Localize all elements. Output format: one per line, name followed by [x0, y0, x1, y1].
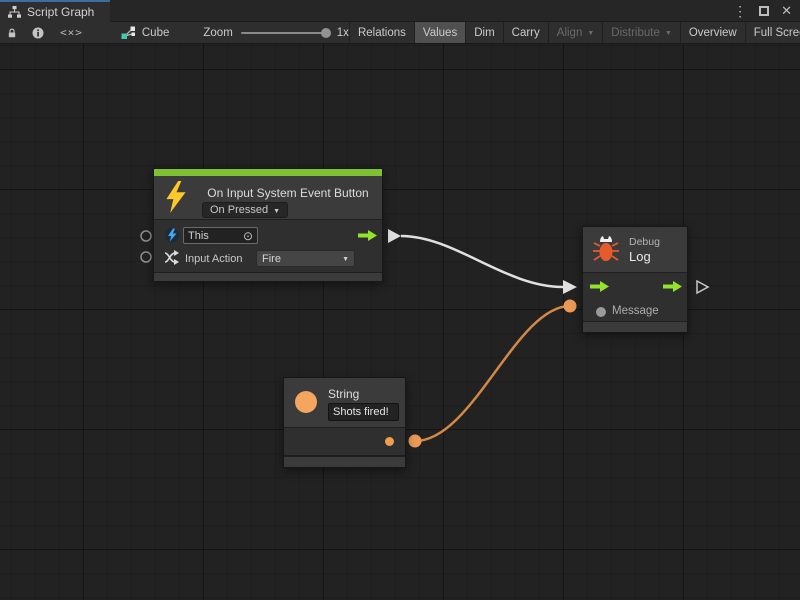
debug-node-title: Log: [629, 249, 651, 264]
zoom-value: 1x: [337, 27, 349, 39]
values-toggle[interactable]: Values: [415, 22, 465, 43]
tab-script-graph[interactable]: Script Graph: [0, 0, 110, 22]
zoom-slider-knob[interactable]: [321, 28, 331, 38]
game-object-icon: [164, 227, 180, 243]
debug-output-port-triangle[interactable]: [697, 281, 708, 293]
input-action-icon: [164, 250, 180, 265]
lock-button[interactable]: [0, 22, 24, 43]
carry-toggle[interactable]: Carry: [504, 22, 548, 43]
align-label: Align: [557, 27, 583, 39]
window-menu-icon[interactable]: ⋮: [733, 0, 747, 22]
debug-node-footer: [583, 321, 687, 332]
flow-wire-start-arrow[interactable]: [388, 229, 401, 243]
string-value-text: Shots fired!: [333, 406, 389, 418]
trigger-value: On Pressed: [210, 204, 268, 216]
message-port-label: Message: [612, 305, 659, 317]
lightning-icon: [165, 181, 187, 213]
window-controls: ⋮ ✕: [733, 0, 792, 22]
this-field-value: This: [188, 230, 209, 242]
bug-icon: [592, 233, 620, 265]
code-brackets-icon: <×>: [60, 26, 83, 39]
chevron-down-icon: ▼: [342, 256, 349, 263]
string-value-field[interactable]: Shots fired!: [328, 403, 399, 421]
graph-owner[interactable]: Cube: [113, 22, 178, 43]
zoom-slider[interactable]: [241, 32, 329, 34]
flow-wire[interactable]: [401, 236, 563, 287]
trigger-dropdown[interactable]: On Pressed ▼: [202, 202, 288, 218]
input-action-value: Fire: [262, 253, 281, 265]
flow-wire-end-arrow[interactable]: [563, 280, 577, 294]
event-input-port-circle[interactable]: [141, 252, 151, 262]
debug-output-flow-arrow[interactable]: [663, 281, 682, 292]
distribute-label: Distribute: [611, 27, 660, 39]
event-node-title: On Input System Event Button: [198, 186, 378, 200]
string-output-port[interactable]: [385, 437, 394, 446]
close-icon[interactable]: ✕: [781, 0, 792, 22]
relations-label: Relations: [358, 27, 406, 39]
debug-input-flow-arrow[interactable]: [590, 281, 609, 292]
event-node-body: This ⊙ Input Action Fire ▼: [154, 219, 382, 274]
code-view-button[interactable]: <×>: [52, 22, 91, 43]
values-label: Values: [423, 27, 457, 39]
fullscreen-label: Full Screen: [754, 27, 800, 39]
toolbar-toggles: Relations Values Dim Carry Align ▼ Distr…: [349, 22, 800, 43]
chevron-down-icon: ▼: [273, 208, 280, 215]
event-node-footer: [154, 272, 382, 281]
overview-label: Overview: [689, 27, 737, 39]
event-node-header: On Input System Event Button On Pressed …: [154, 176, 382, 219]
maximize-icon[interactable]: [759, 6, 769, 16]
fullscreen-button[interactable]: Full Screen: [746, 22, 800, 43]
title-bar: Script Graph ⋮ ✕: [0, 0, 800, 22]
lock-icon: [8, 27, 16, 39]
debug-node-category: Debug: [629, 236, 660, 248]
overview-button[interactable]: Overview: [681, 22, 745, 43]
carry-label: Carry: [512, 27, 540, 39]
align-dropdown[interactable]: Align ▼: [549, 22, 603, 43]
input-action-label: Input Action: [185, 253, 243, 265]
tab-title: Script Graph: [27, 5, 94, 19]
event-node-accent-bar: [154, 169, 382, 176]
debug-node-header: Debug Log: [583, 227, 687, 272]
zoom-label: Zoom: [203, 27, 232, 39]
value-wire-end-dot[interactable]: [564, 300, 577, 313]
string-node-header: String Shots fired!: [284, 378, 405, 427]
message-input-port[interactable]: [596, 307, 606, 317]
dim-toggle[interactable]: Dim: [466, 22, 502, 43]
graph-owner-label: Cube: [142, 27, 170, 39]
script-graph-icon: [121, 26, 136, 40]
event-output-flow-arrow[interactable]: [358, 230, 377, 241]
graph-hierarchy-icon: [8, 6, 21, 18]
graph-canvas[interactable]: On Input System Event Button On Pressed …: [0, 44, 800, 600]
chevron-down-icon: ▼: [587, 30, 594, 37]
relations-toggle[interactable]: Relations: [350, 22, 414, 43]
value-wire[interactable]: [415, 306, 570, 441]
node-string-literal[interactable]: String Shots fired!: [283, 377, 406, 468]
object-picker-icon: ⊙: [243, 230, 253, 242]
string-node-footer: [284, 456, 405, 467]
node-debug-log[interactable]: Debug Log Message: [582, 226, 688, 333]
zoom-control: Zoom 1x: [203, 22, 349, 43]
event-input-port-circle[interactable]: [141, 231, 151, 241]
debug-node-body: Message: [583, 272, 687, 323]
graph-toolbar: <×> Cube Zoom 1x Relations Values Dim Ca…: [0, 22, 800, 44]
dim-label: Dim: [474, 27, 494, 39]
chevron-down-icon: ▼: [665, 30, 672, 37]
input-action-dropdown[interactable]: Fire ▼: [256, 250, 355, 267]
this-object-field[interactable]: This ⊙: [183, 227, 258, 244]
distribute-dropdown[interactable]: Distribute ▼: [603, 22, 680, 43]
string-node-body: [284, 427, 405, 455]
string-node-title: String: [328, 387, 359, 401]
info-icon: [32, 27, 44, 39]
value-wire-start-dot[interactable]: [409, 435, 422, 448]
info-button[interactable]: [24, 22, 52, 43]
string-type-icon: [295, 391, 317, 413]
node-on-input-system-event-button[interactable]: On Input System Event Button On Pressed …: [153, 168, 383, 282]
